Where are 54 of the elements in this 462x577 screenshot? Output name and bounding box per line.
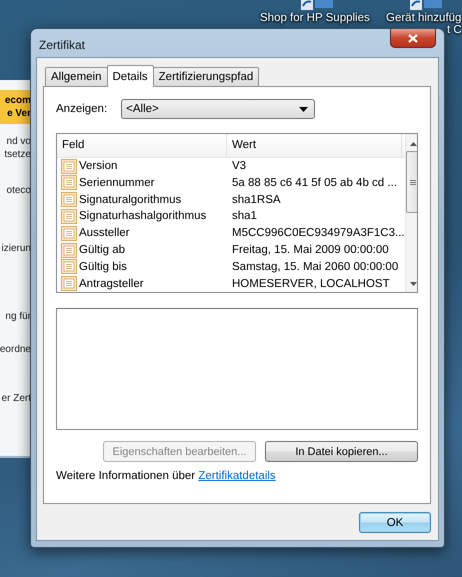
caret-icon	[299, 106, 308, 112]
document-icon	[61, 175, 77, 190]
info-text: Weitere Informationen über Zertifikatdetails	[56, 470, 277, 482]
field-value: sha1	[231, 210, 257, 222]
document-icon	[61, 276, 77, 292]
window-text: ng für	[5, 310, 31, 323]
field-value: M5CC996C0EC934979A3F1C3...	[231, 227, 405, 240]
shortcut-label: t C	[446, 24, 462, 36]
field-value: V3	[231, 160, 246, 172]
column-header[interactable]: Feld	[57, 134, 227, 157]
field-value: Freitag, 15. Mai 2009 00:00:00	[231, 244, 389, 256]
tab[interactable]: Zertifizierungspfad	[152, 67, 260, 86]
document-icon	[61, 158, 77, 174]
document-icon	[61, 208, 77, 224]
document-icon	[61, 192, 77, 208]
show-dropdown[interactable]: <Alle>	[121, 99, 316, 119]
field-label: Anzeigen:	[56, 103, 108, 115]
banner-text: ecom	[4, 94, 31, 107]
window-text: er Zert	[2, 392, 31, 405]
column-header[interactable]: Wert	[227, 134, 402, 157]
down-arrow-icon	[410, 282, 417, 286]
tab[interactable]: Allgemein	[45, 67, 108, 86]
up-arrow-icon	[410, 142, 417, 146]
field-name[interactable]: Gültig ab	[79, 244, 126, 256]
field-name[interactable]: Version	[79, 160, 118, 172]
field-name[interactable]: Gültig bis	[79, 260, 127, 273]
ok-button[interactable]: OK	[359, 512, 431, 533]
field-value: sha1RSA	[231, 194, 281, 206]
shortcut-label: Gerät hinzufüg	[386, 12, 462, 24]
field-name[interactable]: Signaturalgorithmus	[79, 194, 182, 206]
document-icon	[61, 259, 77, 274]
window-text: tsetze	[4, 148, 31, 161]
field-value: HOMESERVER, LOCALHOST	[231, 278, 390, 290]
window-text: eordne	[0, 343, 31, 356]
window-title: Zertifikat	[38, 37, 86, 52]
grip-icon	[410, 180, 416, 184]
scrollbar[interactable]	[404, 134, 417, 292]
field-name[interactable]: Signaturhashalgorithmus	[79, 210, 206, 222]
field-name[interactable]: Antragsteller	[79, 278, 144, 290]
window-text: izierun	[2, 242, 31, 255]
window-text: oteco	[6, 184, 31, 197]
banner-text: e Ver	[7, 107, 31, 120]
field-value: Samstag, 15. Mai 2060 00:00:00	[231, 260, 398, 273]
document-icon	[61, 226, 77, 241]
field-value: 5a 88 85 c6 41 5f 05 ab 4b cd ...	[231, 176, 397, 189]
document-icon	[61, 242, 77, 258]
close-icon	[408, 34, 418, 42]
close-button[interactable]	[390, 29, 436, 48]
action-button[interactable]: In Datei kopieren...	[265, 441, 418, 462]
field-name[interactable]: Seriennummer	[79, 176, 154, 189]
details-link[interactable]: Zertifikatdetails	[198, 470, 276, 482]
field-name[interactable]: Aussteller	[79, 227, 130, 240]
shortcut-label: Shop for HP Supplies	[260, 12, 370, 24]
tab[interactable]: Details	[106, 65, 154, 87]
